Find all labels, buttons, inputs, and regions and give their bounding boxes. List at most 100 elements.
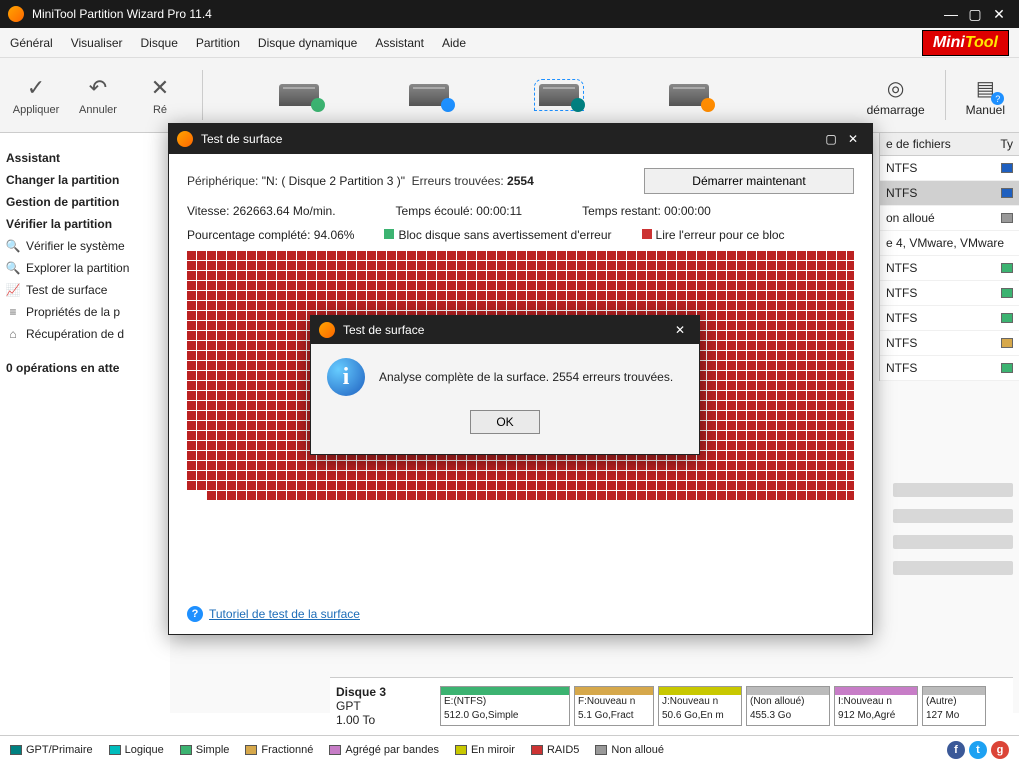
apply-button[interactable]: ✓Appliquer <box>12 74 60 116</box>
disk-segment[interactable]: (Non alloué)455.3 Go <box>746 686 830 726</box>
scrollbar[interactable] <box>893 483 1013 497</box>
legend-item: GPT/Primaire <box>10 744 93 756</box>
minimize-button[interactable]: — <box>939 4 963 24</box>
sidebar-item-explore[interactable]: 🔍Explorer la partition <box>6 257 164 279</box>
list-item[interactable]: NTFS <box>880 306 1019 331</box>
sidebar-group-manage[interactable]: Gestion de partition <box>6 195 164 209</box>
message-text: Analyse complète de la surface. 2554 err… <box>379 370 673 384</box>
errors-value: 2554 <box>507 174 534 188</box>
help-icon: ? <box>187 606 203 622</box>
errors-label: Erreurs trouvées: <box>412 174 504 188</box>
list-item[interactable]: NTFS <box>880 256 1019 281</box>
menu-visualiser[interactable]: Visualiser <box>71 36 123 50</box>
x-icon: ✕ <box>146 74 174 102</box>
manual-icon: ▤ <box>970 73 1000 103</box>
menu-general[interactable]: Général <box>10 36 53 50</box>
legend-item: En miroir <box>455 744 515 756</box>
remaining-label: Temps restant: <box>582 204 661 218</box>
manual-button[interactable]: ▤Manuel <box>966 73 1005 117</box>
list-item[interactable]: NTFS <box>880 281 1019 306</box>
menu-dynamique[interactable]: Disque dynamique <box>258 36 357 50</box>
list-item[interactable]: on alloué <box>880 206 1019 231</box>
list-item[interactable]: NTFS <box>880 156 1019 181</box>
elapsed-value: 00:00:11 <box>476 204 522 218</box>
scrollbar[interactable] <box>893 509 1013 523</box>
disk-segment[interactable]: (Autre)127 Mo <box>922 686 986 726</box>
sidebar-group-assistant[interactable]: Assistant <box>6 151 164 165</box>
disk-segment[interactable]: F:Nouveau n5.1 Go,Fract <box>574 686 654 726</box>
disk-icon[interactable] <box>279 84 319 106</box>
sidebar-item-properties[interactable]: ≡Propriétés de la p <box>6 301 164 323</box>
legend-err: Lire l'erreur pour ce bloc <box>656 228 785 242</box>
disk-segment[interactable]: I:Nouveau n912 Mo,Agré <box>834 686 918 726</box>
search-icon: 🔍 <box>6 261 20 275</box>
dialog-close-button[interactable]: ✕ <box>669 320 691 340</box>
err-block-icon <box>642 229 652 239</box>
maximize-button[interactable]: ▢ <box>963 4 987 24</box>
menu-aide[interactable]: Aide <box>442 36 466 50</box>
list-item[interactable]: NTFS <box>880 356 1019 381</box>
separator <box>945 70 946 120</box>
menu-partition[interactable]: Partition <box>196 36 240 50</box>
boot-button[interactable]: ◎démarrage <box>867 73 925 117</box>
separator <box>202 70 203 120</box>
facebook-icon[interactable]: f <box>947 741 965 759</box>
device-value: "N: ( Disque 2 Partition 3 )" <box>262 174 405 188</box>
legend-item: Logique <box>109 744 164 756</box>
twitter-icon[interactable]: t <box>969 741 987 759</box>
ok-block-icon <box>384 229 394 239</box>
disk-icon[interactable] <box>409 84 449 106</box>
list-icon: ≡ <box>6 305 20 319</box>
dialog-maximize-button[interactable]: ▢ <box>820 129 842 149</box>
list-item[interactable]: NTFS <box>880 181 1019 206</box>
app-icon <box>177 131 193 147</box>
sidebar: Assistant Changer la partition Gestion d… <box>0 133 170 713</box>
pct-label: Pourcentage complété: <box>187 228 310 242</box>
disk-icon[interactable] <box>669 84 709 106</box>
app-icon <box>8 6 24 22</box>
message-dialog: Test de surface ✕ i Analyse complète de … <box>310 315 700 455</box>
remaining-value: 00:00:00 <box>664 204 711 218</box>
device-label: Périphérique: <box>187 174 258 188</box>
list-item[interactable]: NTFS <box>880 331 1019 356</box>
badge-icon <box>571 98 585 112</box>
disk-segment[interactable]: J:Nouveau n50.6 Go,En m <box>658 686 742 726</box>
close-button[interactable]: ✕ <box>987 4 1011 24</box>
chart-icon: 📈 <box>6 283 20 297</box>
sidebar-group-change[interactable]: Changer la partition <box>6 173 164 187</box>
dialog-close-button[interactable]: ✕ <box>842 129 864 149</box>
badge-icon <box>311 98 325 112</box>
menu-assistant[interactable]: Assistant <box>375 36 424 50</box>
sidebar-item-check-fs[interactable]: 🔍Vérifier le système <box>6 235 164 257</box>
disk-label[interactable]: Disque 3 GPT 1.00 To <box>336 685 436 727</box>
app-icon <box>319 322 335 338</box>
sidebar-group-verify[interactable]: Vérifier la partition <box>6 217 164 231</box>
dialog-title: Test de surface <box>343 323 669 337</box>
legend-item: Non alloué <box>595 744 664 756</box>
disk-icon-selected[interactable] <box>539 84 579 106</box>
tutorial-link[interactable]: Tutoriel de test de la surface <box>209 607 360 621</box>
undo-icon: ↶ <box>84 74 112 102</box>
speed-value: 262663.64 Mo/min. <box>233 204 336 218</box>
list-header: e de fichiersTy <box>880 133 1019 156</box>
undo-button[interactable]: ↶Annuler <box>74 74 122 116</box>
ok-button[interactable]: OK <box>470 410 540 434</box>
legend-item: Simple <box>180 744 230 756</box>
scrollbar[interactable] <box>893 535 1013 549</box>
badge-icon <box>701 98 715 112</box>
sidebar-item-recovery[interactable]: ⌂Récupération de d <box>6 323 164 345</box>
scrollbar[interactable] <box>893 561 1013 575</box>
pct-value: 94.06% <box>314 228 355 242</box>
toolbar: ✓Appliquer ↶Annuler ✕Ré ◎démarrage ▤Manu… <box>0 58 1019 133</box>
menu-disque[interactable]: Disque <box>141 36 178 50</box>
gplus-icon[interactable]: g <box>991 741 1009 759</box>
menubar: Général Visualiser Disque Partition Disq… <box>0 28 1019 58</box>
dialog-titlebar: Test de surface ✕ <box>311 316 699 344</box>
sidebar-item-surface-test[interactable]: 📈Test de surface <box>6 279 164 301</box>
discard-button[interactable]: ✕Ré <box>136 74 184 116</box>
disk-segment[interactable]: E:(NTFS)512.0 Go,Simple <box>440 686 570 726</box>
list-item[interactable]: e 4, VMware, VMware <box>880 231 1019 256</box>
app-title: MiniTool Partition Wizard Pro 11.4 <box>32 7 939 21</box>
start-now-button[interactable]: Démarrer maintenant <box>644 168 854 194</box>
sidebar-pending-ops: 0 opérations en atte <box>6 361 164 375</box>
